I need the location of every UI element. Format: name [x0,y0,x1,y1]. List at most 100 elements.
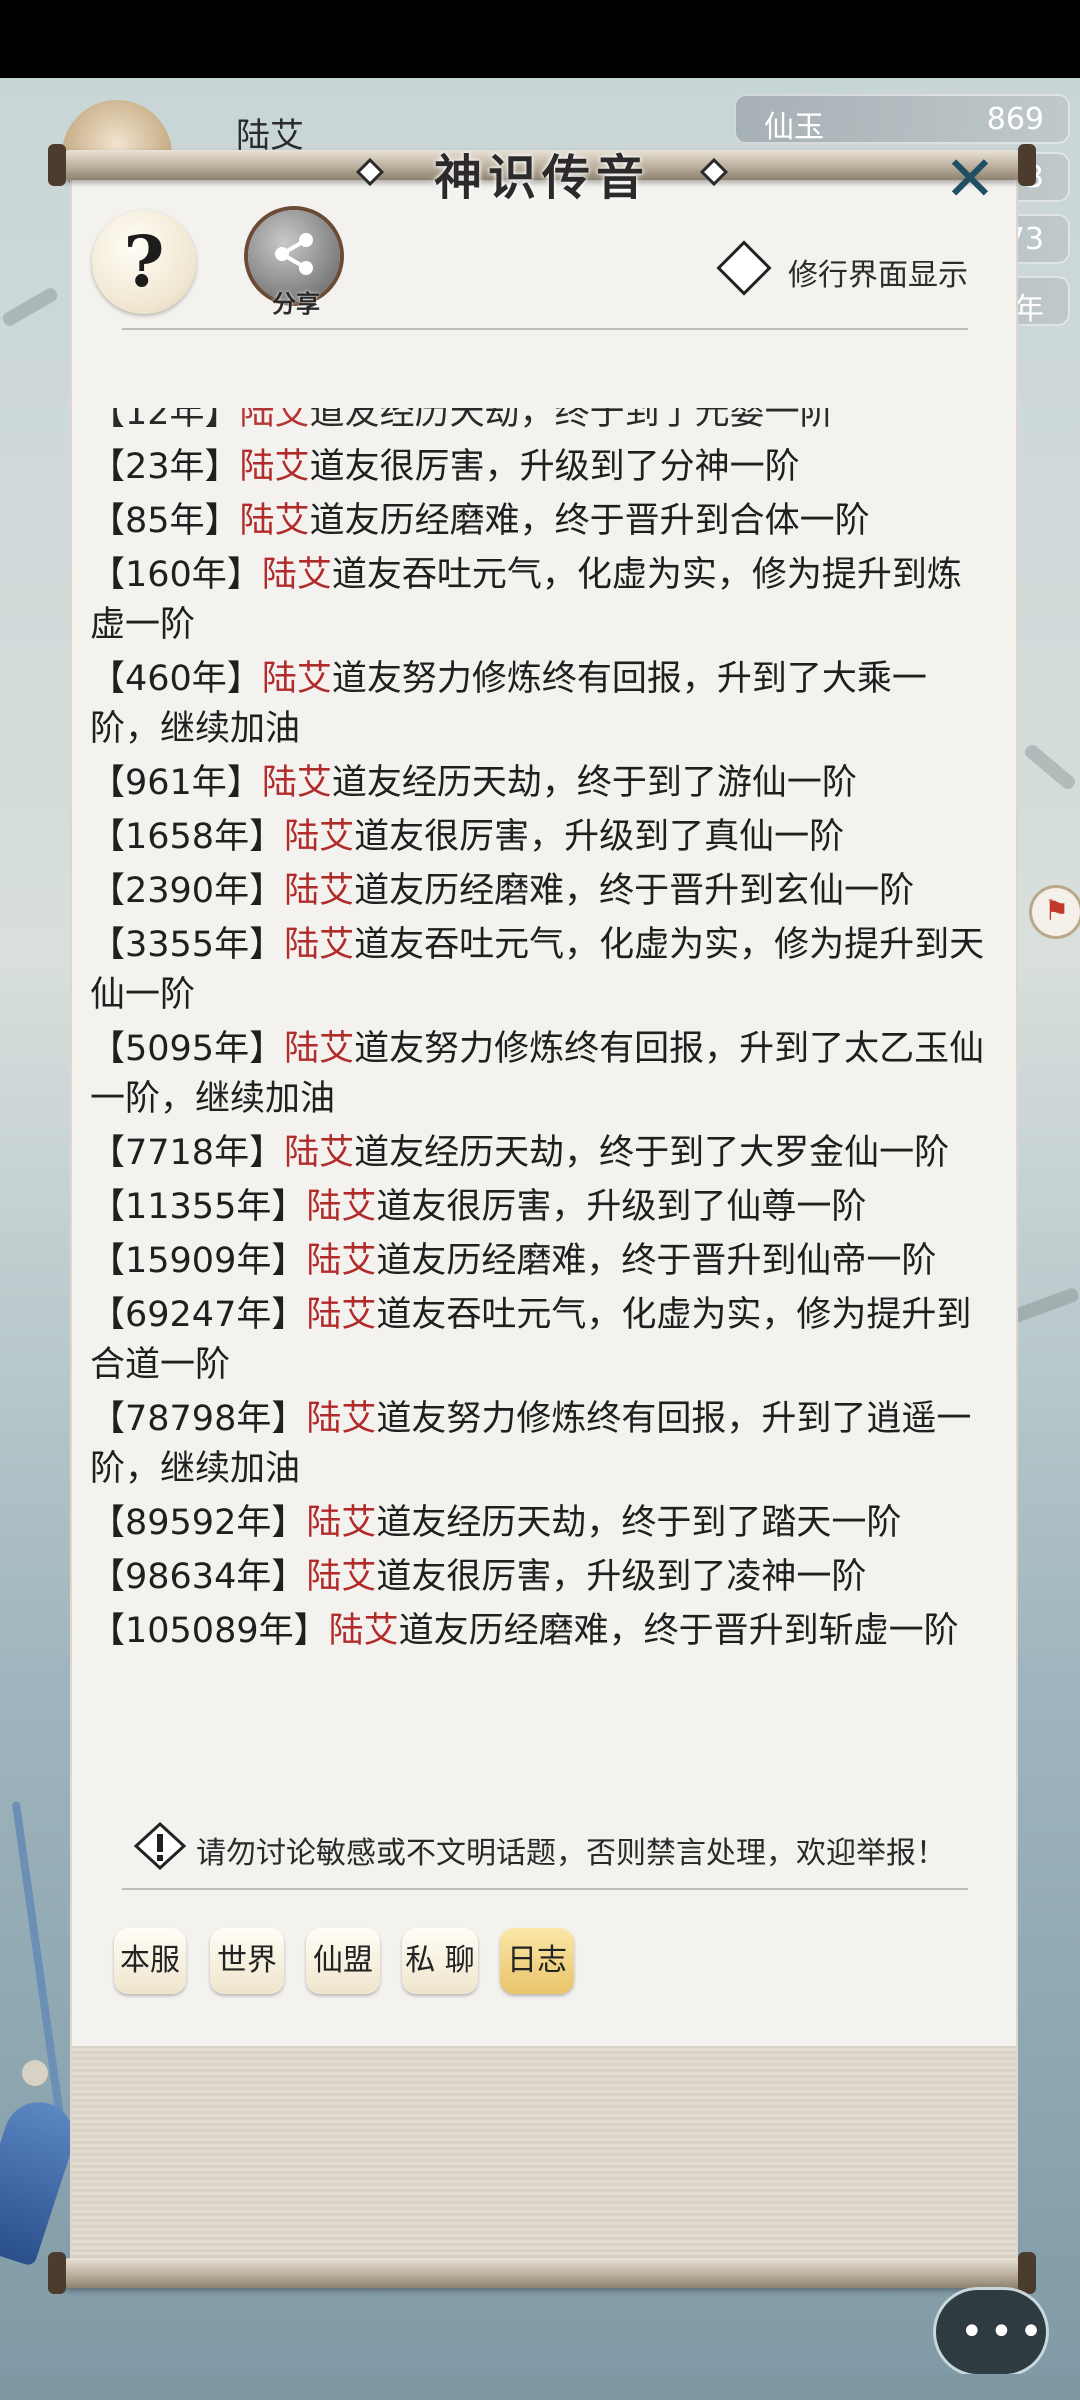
log-year: 【23年】 [90,447,240,487]
log-player-name[interactable]: 陆艾 [240,447,310,487]
log-year: 【5095年】 [90,1029,285,1069]
dialog-title-wrap: 神识传音 [346,138,738,206]
notice-bar: 请勿讨论敏感或不文明话题，否则禁言处理，欢迎举报！ [132,1820,982,1876]
log-entry: 【98634年】陆艾道友很厉害，升级到了凌神一阶 [90,1550,996,1604]
log-player-name[interactable]: 陆艾 [240,501,310,541]
tab-label: 私 聊 [405,1943,475,1978]
cultivate-display-toggle[interactable]: 修行界面显示 [716,238,974,298]
cultivate-display-label: 修行界面显示 [788,258,968,293]
log-text: 道友经历天劫，终于到了游仙一阶 [331,763,857,803]
log-player-name[interactable]: 陆艾 [284,871,354,911]
log-entry: 【160年】陆艾道友吞吐元气，化虚为实，修为提升到炼虚一阶 [90,548,996,652]
log-entry: 【2390年】陆艾道友历经磨难，终于晋升到玄仙一阶 [90,864,996,918]
log-player-name[interactable]: 陆艾 [306,1295,376,1335]
log-entry: 【7718年】陆艾道友经历天劫，终于到了大罗金仙一阶 [90,1126,996,1180]
log-player-name[interactable]: 陆艾 [240,408,310,433]
title-diamond-right [699,157,729,187]
log-year: 【15909年】 [90,1241,307,1281]
log-year: 【961年】 [90,763,262,803]
log-entry: 【23年】陆艾道友很厉害，升级到了分神一阶 [90,440,996,494]
log-text: 道友经历天劫，终于到了元婴一阶 [309,408,835,433]
log-player-name[interactable]: 陆艾 [284,817,354,857]
chat-button[interactable]: ••• [936,2290,1046,2374]
rod-cap-left [48,2252,66,2294]
log-year: 【1658年】 [90,817,285,857]
notice-text: 请勿讨论敏感或不文明话题，否则禁言处理，欢迎举报！ [196,1836,946,1871]
log-list[interactable]: 【12年】陆艾道友经历天劫，终于到了元婴一阶 【23年】陆艾道友很厉害，升级到了分… [90,408,996,1748]
log-year: 【78798年】 [90,1399,307,1439]
log-player-name[interactable]: 陆艾 [262,555,332,595]
log-year: 【105089年】 [90,1611,329,1651]
log-entry: 【12年】陆艾道友经历天劫，终于到了元婴一阶 [90,408,996,440]
log-year: 【7718年】 [90,1133,285,1173]
rod-cap-right [1018,2252,1036,2294]
log-text: 道友历经磨难，终于晋升到仙帝一阶 [376,1241,937,1281]
log-entry: 【89592年】陆艾道友经历天劫，终于到了踏天一阶 [90,1496,996,1550]
log-entry: 【11355年】陆艾道友很厉害，升级到了仙尊一阶 [90,1180,996,1234]
tab-label: 本服 [120,1943,180,1978]
log-entry: 【78798年】陆艾道友努力修炼终有回报，升到了逍遥一阶，继续加油 [90,1392,996,1496]
log-player-name[interactable]: 陆艾 [306,1557,376,1597]
log-year: 【89592年】 [90,1503,307,1543]
log-player-name[interactable]: 陆艾 [262,659,332,699]
log-year: 【85年】 [90,501,240,541]
log-entry: 【105089年】陆艾道友历经磨难，终于晋升到斩虚一阶 [90,1604,996,1658]
log-entry: 【961年】陆艾道友经历天劫，终于到了游仙一阶 [90,756,996,810]
tab-label: 仙盟 [313,1943,373,1978]
title-diamond-left [355,157,385,187]
warning-icon [133,1821,187,1871]
tab-server[interactable]: 本服 [114,1928,186,1994]
log-player-name[interactable]: 陆艾 [284,1133,354,1173]
log-player-name[interactable]: 陆艾 [262,763,332,803]
log-text: 道友很厉害，升级到了分神一阶 [309,447,800,487]
log-player-name[interactable]: 陆艾 [284,1029,354,1069]
log-player-name[interactable]: 陆艾 [306,1241,376,1281]
close-x-icon: ✕ [944,142,996,215]
log-entry: 【3355年】陆艾道友吞吐元气，化虚为实，修为提升到天仙一阶 [90,918,996,1022]
close-button[interactable]: ✕ [944,148,1002,210]
log-text: 道友很厉害，升级到了仙尊一阶 [376,1187,867,1227]
tab-alliance[interactable]: 仙盟 [306,1928,380,1994]
tab-label: 世界 [217,1943,277,1978]
tab-world[interactable]: 世界 [210,1928,284,1994]
log-text: 道友经历天劫，终于到了踏天一阶 [376,1503,902,1543]
log-entry: 【85年】陆艾道友历经磨难，终于晋升到合体一阶 [90,494,996,548]
panel-input-area [72,2046,1016,2264]
bottom-strip [0,2374,1080,2400]
log-text: 道友很厉害，升级到了真仙一阶 [354,817,845,857]
log-entry: 【1658年】陆艾道友很厉害，升级到了真仙一阶 [90,810,996,864]
log-entry: 【460年】陆艾道友努力修炼终有回报，升到了大乘一阶，继续加油 [90,652,996,756]
side-flag-button[interactable]: ⚑ [1032,888,1080,936]
log-player-name[interactable]: 陆艾 [284,925,354,965]
flag-icon: ⚑ [1044,894,1070,927]
chat-dots-icon: ••• [960,2309,1049,2355]
resource-xianyu[interactable]: 仙玉 869 [734,94,1070,145]
log-year: 【11355年】 [90,1187,307,1227]
diamond-checkbox-icon [716,240,772,296]
log-player-name[interactable]: 陆艾 [306,1187,376,1227]
rod-cap-left [48,144,66,186]
share-icon [275,233,313,275]
log-year: 【3355年】 [90,925,285,965]
rod-cap-right [1018,144,1036,186]
divider-bottom [122,1888,968,1890]
tab-label: 日志 [507,1943,567,1978]
log-text: 道友历经磨难，终于晋升到玄仙一阶 [354,871,915,911]
tassel-bead-decoration [22,2060,48,2086]
log-entry: 【5095年】陆艾道友努力修炼终有回报，升到了太乙玉仙一阶，继续加油 [90,1022,996,1126]
tab-log[interactable]: 日志 [500,1928,574,1994]
log-year: 【98634年】 [90,1557,307,1597]
help-button[interactable]: ? [92,210,196,314]
tab-private-chat[interactable]: 私 聊 [402,1928,478,1994]
bamboo-leaf-decoration [0,285,60,329]
question-icon: ? [123,220,165,303]
dialog-title: 神识传音 [433,150,650,206]
log-year: 【460年】 [90,659,262,699]
log-player-name[interactable]: 陆艾 [306,1503,376,1543]
log-player-name[interactable]: 陆艾 [306,1399,376,1439]
log-entry: 【69247年】陆艾道友吞吐元气，化虚为实，修为提升到合道一阶 [90,1288,996,1392]
divider-top [122,328,968,330]
log-text: 道友很厉害，升级到了凌神一阶 [376,1557,867,1597]
log-player-name[interactable]: 陆艾 [329,1611,399,1651]
log-year: 【12年】 [90,408,240,433]
